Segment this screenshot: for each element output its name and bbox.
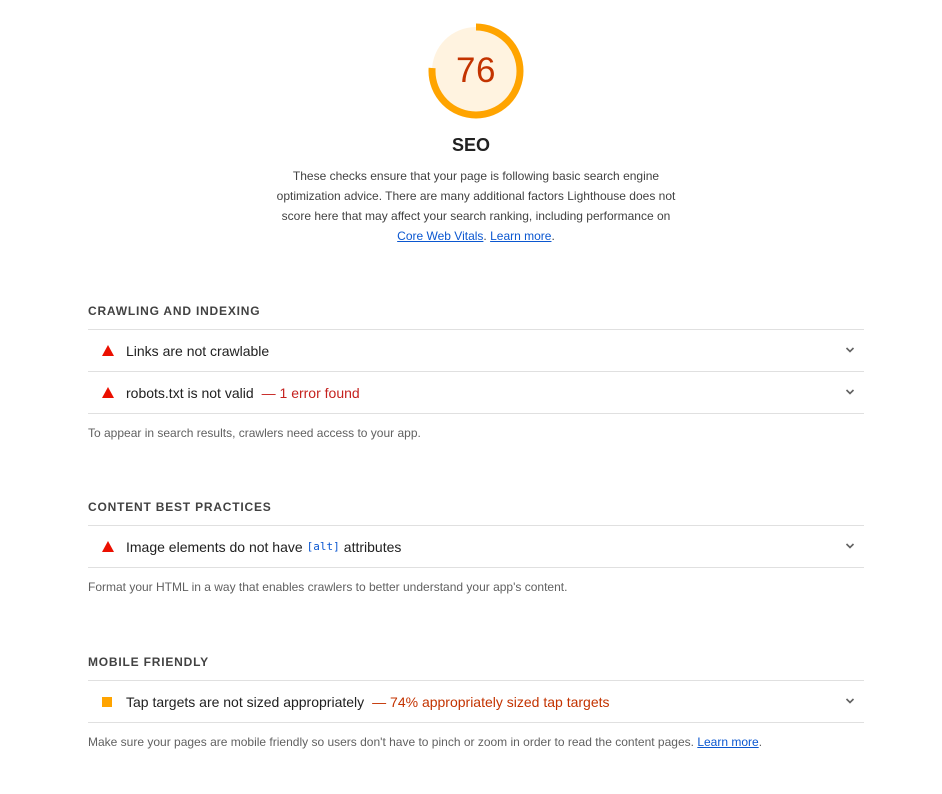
audit-title: robots.txt is not valid (126, 384, 254, 401)
category-title: SEO (451, 135, 490, 155)
group-mobile-friendly: MOBILE FRIENDLY Tap targets are not size… (88, 652, 864, 750)
group-content-best-practices: CONTENT BEST PRACTICES Image elements do… (88, 497, 864, 595)
audit-code-alt: [alt] (306, 540, 340, 553)
chevron-down-icon[interactable] (844, 344, 856, 356)
category-description-text: These checks ensure that your page is fo… (276, 169, 676, 223)
learn-more-link[interactable]: Learn more (697, 735, 758, 749)
audit-title-after: attributes (343, 538, 402, 555)
audit-list: Image elements do not have [alt] attribu… (88, 525, 864, 568)
group-description-text: Make sure your pages are mobile friendly… (88, 735, 694, 749)
description-separator: . (483, 229, 487, 243)
chevron-down-icon[interactable] (844, 386, 856, 398)
audit-tap-targets[interactable]: Tap targets are not sized appropriately … (88, 681, 864, 723)
audit-list: Links are not crawlable robots.txt is no… (88, 329, 864, 414)
group-title: CRAWLING AND INDEXING (88, 304, 261, 318)
group-description: Make sure your pages are mobile friendly… (88, 734, 864, 750)
chevron-down-icon[interactable] (844, 695, 856, 707)
category-description: These checks ensure that your page is fo… (271, 166, 681, 246)
square-average-icon (102, 696, 112, 707)
group-description: Format your HTML in a way that enables c… (88, 580, 568, 594)
audit-image-alt[interactable]: Image elements do not have [alt] attribu… (88, 526, 864, 568)
description-end: . (551, 229, 555, 243)
audit-title: Links are not crawlable (126, 342, 270, 359)
group-description: To appear in search results, crawlers ne… (88, 426, 421, 440)
audit-title: Tap targets are not sized appropriately (126, 693, 365, 710)
audit-display-value: — 1 error found (261, 384, 360, 401)
audit-display-value: — 74% appropriately sized tap targets (372, 693, 610, 710)
triangle-fail-icon (102, 345, 114, 356)
audit-list: Tap targets are not sized appropriately … (88, 680, 864, 723)
group-title: MOBILE FRIENDLY (88, 655, 209, 669)
learn-more-link[interactable]: Learn more (490, 229, 551, 243)
group-crawling-and-indexing: CRAWLING AND INDEXING Links are not craw… (88, 301, 864, 441)
score-value: 76 (456, 51, 496, 90)
audit-crawlable-anchors[interactable]: Links are not crawlable (88, 330, 864, 372)
chevron-down-icon[interactable] (844, 540, 856, 552)
audit-robots-txt[interactable]: robots.txt is not valid — 1 error found (88, 372, 864, 414)
triangle-fail-icon (102, 387, 114, 398)
score-gauge: 76 (427, 22, 525, 120)
description-end: . (758, 735, 763, 749)
core-web-vitals-link[interactable]: Core Web Vitals (397, 229, 483, 243)
triangle-fail-icon (102, 541, 114, 552)
group-title: CONTENT BEST PRACTICES (88, 500, 272, 514)
audit-title-before: Image elements do not have (126, 538, 303, 555)
